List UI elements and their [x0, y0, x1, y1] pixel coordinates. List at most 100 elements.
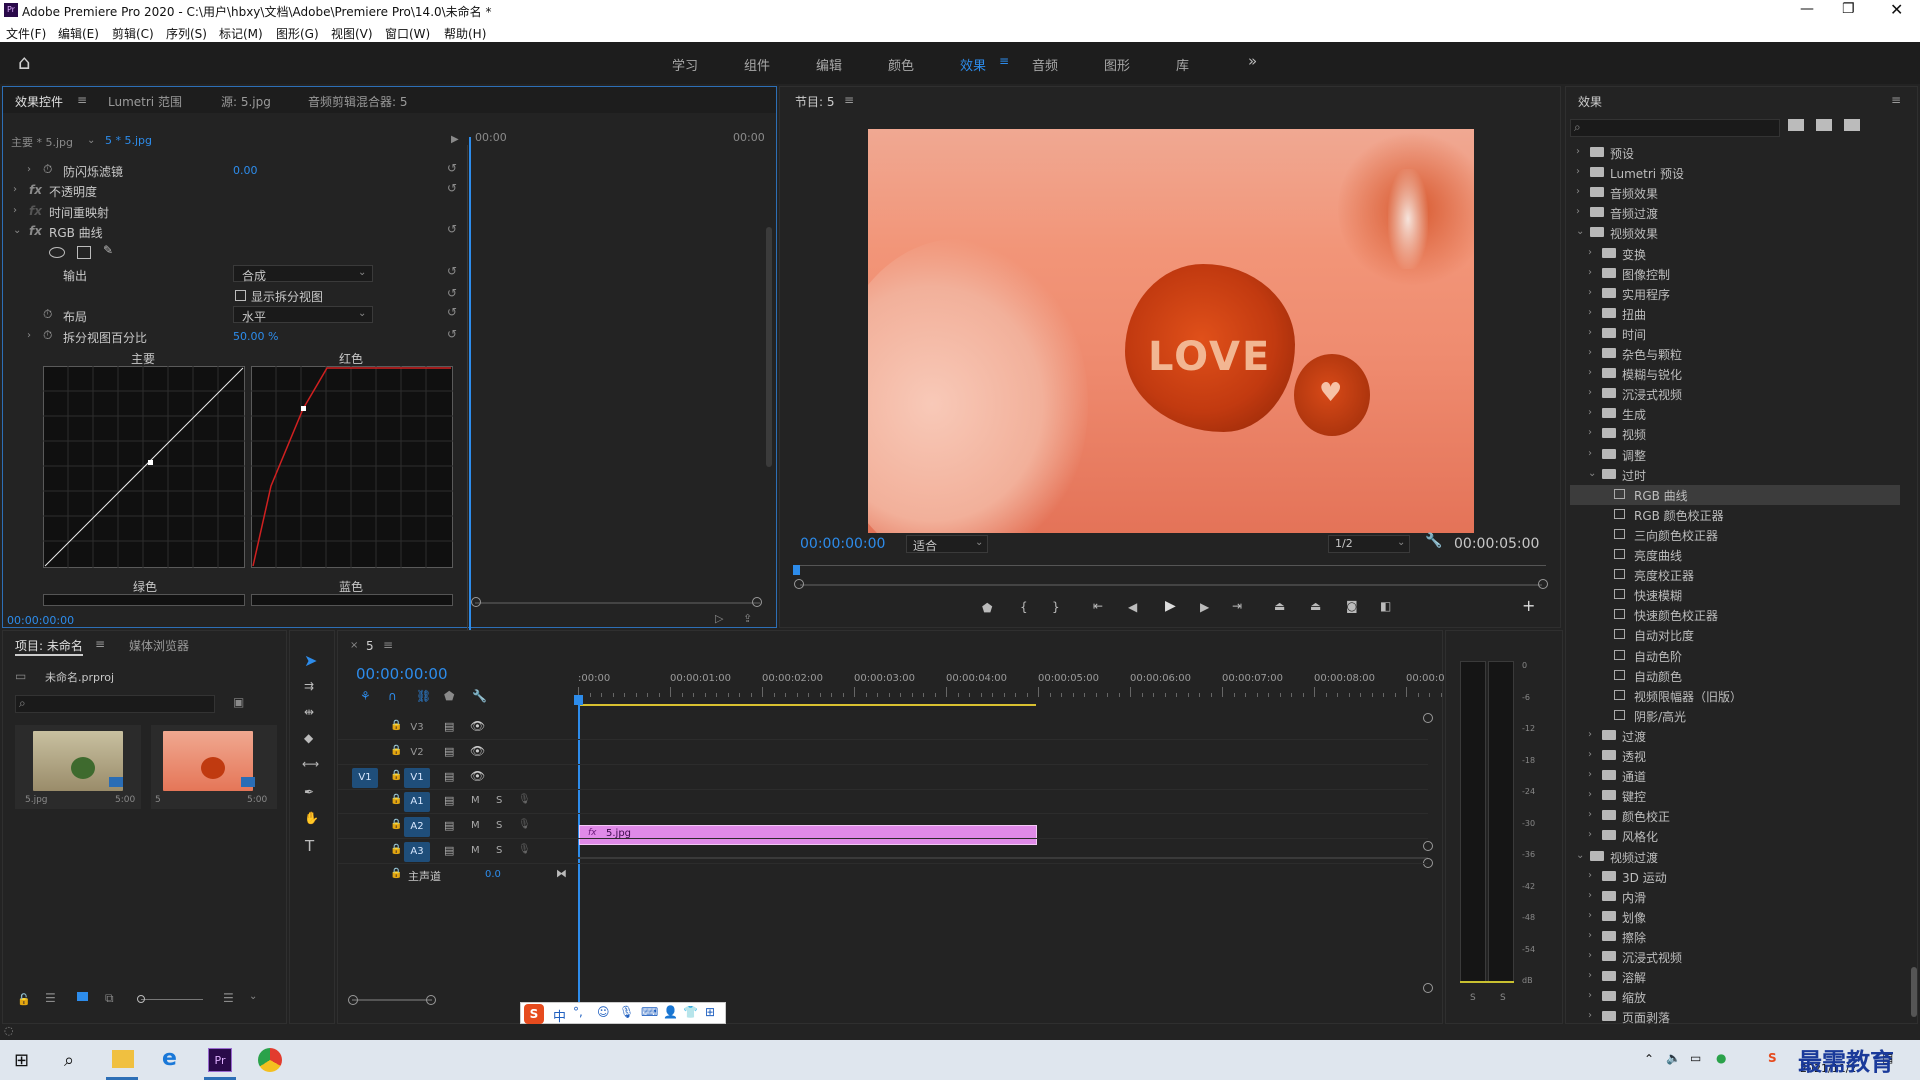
- menu-clip[interactable]: 剪辑(C): [112, 25, 154, 42]
- fx-icon[interactable]: fx: [29, 224, 42, 238]
- expand-icon[interactable]: ›: [27, 330, 31, 341]
- stopwatch-icon[interactable]: ⏱: [43, 162, 52, 177]
- horizontal-scroll-handle[interactable]: [426, 995, 436, 1005]
- step-forward-icon[interactable]: ▶: [1200, 600, 1209, 614]
- compare-icon[interactable]: ◧: [1380, 599, 1391, 613]
- settings-wrench-icon[interactable]: 🔧: [472, 689, 487, 703]
- effects-tree-item[interactable]: 快速颜色校正器: [1570, 605, 1900, 625]
- track-target-v3[interactable]: V3: [404, 718, 430, 738]
- collapse-icon[interactable]: ⌄: [1576, 850, 1584, 861]
- horizontal-scroll-handle[interactable]: [348, 995, 358, 1005]
- yuv-effects-icon[interactable]: [1844, 119, 1860, 131]
- effects-tree-item[interactable]: › 调整: [1570, 445, 1900, 465]
- split-view-checkbox[interactable]: [235, 290, 246, 301]
- add-marker-icon[interactable]: ⬟: [982, 601, 992, 615]
- track-lock-icon[interactable]: 🔒: [390, 844, 402, 855]
- expand-icon[interactable]: ›: [1588, 950, 1592, 961]
- menu-file[interactable]: 文件(F): [6, 25, 46, 42]
- effects-tree-item[interactable]: › 预设: [1570, 143, 1900, 163]
- lift-icon[interactable]: ⏏: [1274, 599, 1285, 613]
- tab-project[interactable]: 项目: 未命名: [15, 637, 83, 656]
- menu-help[interactable]: 帮助(H): [444, 25, 486, 42]
- program-zoom-bar[interactable]: [800, 584, 1542, 586]
- mark-in-icon[interactable]: {: [1020, 600, 1028, 614]
- program-time-ruler[interactable]: [796, 565, 1546, 566]
- effects-tree-item[interactable]: › 音频过渡: [1570, 203, 1900, 223]
- voiceover-mic-icon[interactable]: 🎙: [518, 819, 531, 830]
- ec-scrollbar[interactable]: [766, 227, 772, 467]
- close-icon[interactable]: ✕: [1890, 0, 1903, 19]
- ime-mode[interactable]: 中: [553, 1006, 566, 1025]
- zoom-slider[interactable]: [141, 999, 203, 1000]
- tab-media-browser[interactable]: 媒体浏览器: [129, 637, 189, 654]
- master-curve-graph[interactable]: [43, 366, 245, 568]
- effects-tree-item[interactable]: › 颜色校正: [1570, 806, 1900, 826]
- effects-tree-item[interactable]: › 风格化: [1570, 826, 1900, 846]
- effects-tree-item[interactable]: › 实用程序: [1570, 284, 1900, 304]
- expand-icon[interactable]: ›: [13, 205, 17, 216]
- mute-button[interactable]: M: [471, 845, 480, 856]
- shirt-icon[interactable]: 👕: [683, 1005, 698, 1019]
- blue-curve-graph[interactable]: [251, 594, 453, 606]
- expand-icon[interactable]: ›: [1588, 729, 1592, 740]
- program-playhead[interactable]: [793, 565, 800, 575]
- windows-start-icon[interactable]: ⊞: [14, 1050, 29, 1071]
- effects-tree-item[interactable]: ⌄ 视频过渡: [1570, 847, 1900, 867]
- effects-tree-item[interactable]: 三向颜色校正器: [1570, 525, 1900, 545]
- track-target-v2[interactable]: V2: [404, 743, 430, 763]
- snap-icon[interactable]: ∩: [388, 689, 397, 703]
- green-curve-graph[interactable]: [43, 594, 245, 606]
- effects-tree-item[interactable]: 亮度曲线: [1570, 545, 1900, 565]
- menu-marker[interactable]: 标记(M): [219, 25, 263, 42]
- chrome-icon[interactable]: [258, 1048, 282, 1072]
- reset-icon[interactable]: ↺: [447, 264, 457, 278]
- playhead-head[interactable]: [574, 695, 583, 705]
- effects-tree-item[interactable]: › 缩放: [1570, 987, 1900, 1007]
- effects-tree-item[interactable]: › 沉浸式视频: [1570, 384, 1900, 404]
- chevron-down-icon[interactable]: ⌄: [249, 991, 257, 1002]
- effects-tree-item[interactable]: 快速模糊: [1570, 585, 1900, 605]
- ec-zoom-handle-right[interactable]: [752, 597, 762, 607]
- ime-toolbar[interactable]: S 中 °, ☺ 🎙 ⌨ 👤 👕 ⊞: [520, 1002, 726, 1025]
- effects-tree-item[interactable]: › 生成: [1570, 404, 1900, 424]
- timeline-playhead[interactable]: [578, 695, 580, 1023]
- expand-icon[interactable]: ›: [1576, 186, 1580, 197]
- accelerated-effects-icon[interactable]: [1788, 119, 1804, 131]
- expand-icon[interactable]: ›: [1588, 347, 1592, 358]
- expand-icon[interactable]: ›: [13, 184, 17, 195]
- expand-icon[interactable]: ›: [1588, 870, 1592, 881]
- sync-lock-icon[interactable]: ▤: [444, 770, 454, 783]
- workspace-editing[interactable]: 编辑: [816, 55, 842, 74]
- workspace-color[interactable]: 颜色: [888, 55, 914, 74]
- ec-timecode[interactable]: 00:00:00:00: [7, 614, 74, 627]
- expand-icon[interactable]: ›: [1588, 809, 1592, 820]
- icon-view-icon[interactable]: [77, 992, 88, 1001]
- layout-dropdown[interactable]: 水平 ⌄: [233, 306, 373, 324]
- master-volume-value[interactable]: 0.0: [485, 869, 501, 880]
- workspace-audio[interactable]: 音频: [1032, 55, 1058, 74]
- menu-window[interactable]: 窗口(W): [385, 25, 430, 42]
- filter-icon[interactable]: ▷: [715, 612, 723, 625]
- chevron-down-icon[interactable]: ⌄: [87, 135, 95, 146]
- minimize-icon[interactable]: —: [1800, 1, 1814, 17]
- expand-icon[interactable]: ›: [1588, 990, 1592, 1001]
- tab-source[interactable]: 源: 5.jpg: [221, 93, 271, 110]
- expand-icon[interactable]: ›: [1588, 829, 1592, 840]
- step-back-icon[interactable]: ◀: [1128, 600, 1137, 614]
- vertical-scroll-handle[interactable]: [1423, 841, 1433, 851]
- collapse-icon[interactable]: ⌄: [1588, 468, 1596, 479]
- effects-tree-item[interactable]: RGB 曲线: [1570, 484, 1900, 505]
- volume-icon[interactable]: 🔈: [1666, 1051, 1681, 1065]
- panel-menu-icon[interactable]: ≡: [95, 637, 105, 651]
- expand-icon[interactable]: ›: [1588, 890, 1592, 901]
- sequence-clip-label[interactable]: 5 * 5.jpg: [105, 134, 152, 147]
- stopwatch-icon[interactable]: ⏱: [43, 328, 52, 343]
- expand-icon[interactable]: ›: [1588, 267, 1592, 278]
- solo-button[interactable]: S: [496, 845, 502, 856]
- menu-graphics[interactable]: 图形(G): [276, 25, 319, 42]
- timeline-tab[interactable]: 5: [366, 639, 374, 653]
- menu-sequence[interactable]: 序列(S): [166, 25, 207, 42]
- fit-dropdown[interactable]: 适合 ⌄: [906, 535, 988, 553]
- collapse-icon[interactable]: ⌄: [13, 225, 21, 236]
- home-icon[interactable]: ⌂: [18, 50, 31, 74]
